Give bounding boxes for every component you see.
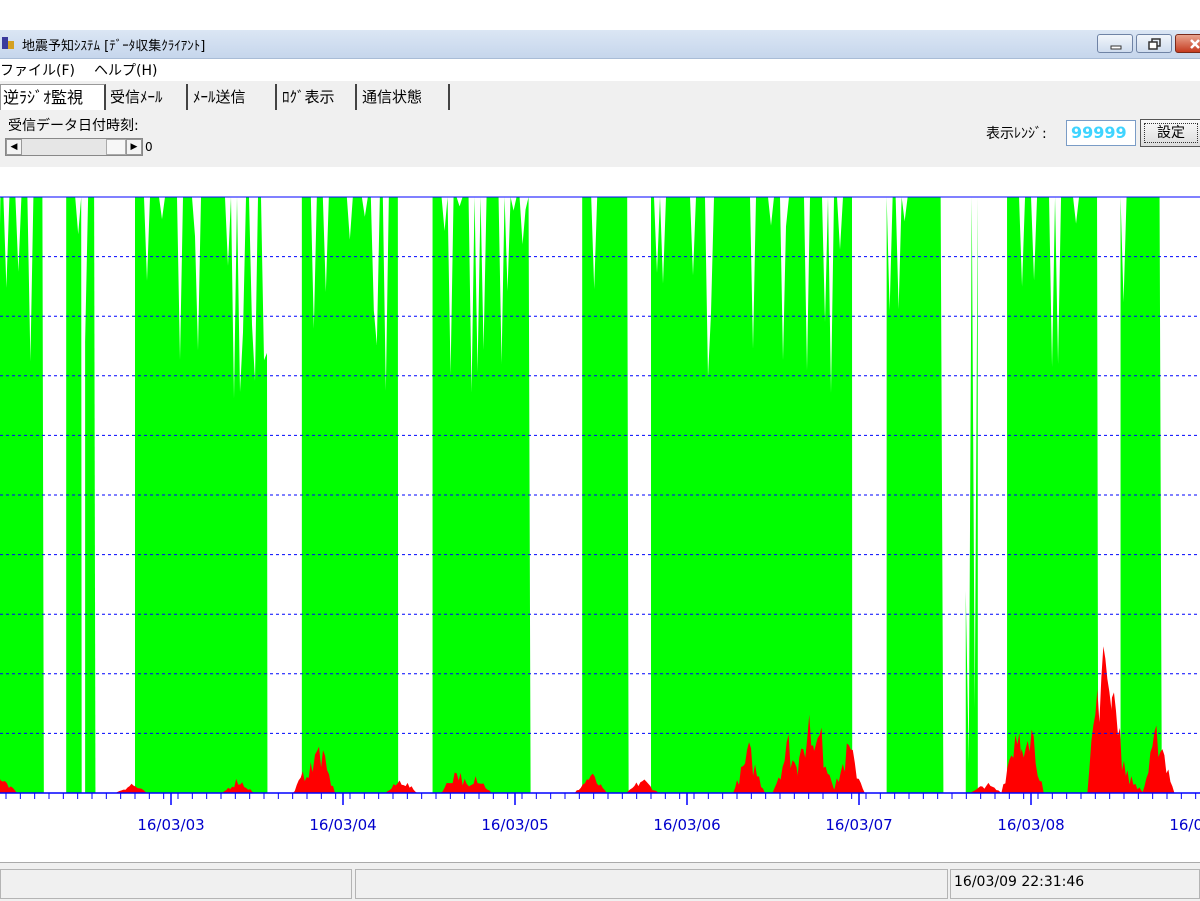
x-tick-label-4: 16/03/07	[825, 816, 892, 834]
tab-communication-status[interactable]: 通信状態	[360, 84, 450, 110]
close-icon	[1190, 39, 1200, 49]
display-range-label: 表示ﾚﾝｼﾞ:	[986, 126, 1047, 142]
scroll-value: 0	[145, 140, 153, 154]
close-button[interactable]	[1175, 34, 1200, 53]
window-title: 地震予知ｼｽﾃﾑ [ﾃﾞｰﾀ収集ｸﾗｲｱﾝﾄ]	[22, 39, 206, 54]
x-tick-label-6: 16/03/09	[1169, 816, 1200, 834]
status-panel-1	[0, 869, 352, 899]
scroll-left-icon[interactable]: ◀	[6, 139, 22, 155]
display-range-input[interactable]: 99999	[1066, 120, 1136, 146]
minimize-icon	[1110, 45, 1122, 50]
signal-chart: 16/03/03 16/03/04 16/03/05 16/03/06 16/03/07…	[0, 196, 1200, 834]
x-tick-label-1: 16/03/04	[309, 816, 376, 834]
x-tick-label-2: 16/03/05	[481, 816, 548, 834]
tab-reverse-radio-monitor[interactable]: 逆ﾗｼﾞｵ監視	[0, 84, 106, 110]
tab-received-mail[interactable]: 受信ﾒｰﾙ	[108, 84, 188, 110]
received-datetime-label: 受信データ日付時刻:	[8, 118, 139, 134]
app-icon	[1, 35, 15, 51]
scroll-thumb[interactable]	[106, 139, 126, 155]
scroll-right-icon[interactable]: ▶	[126, 139, 142, 155]
restore-icon	[1148, 38, 1161, 50]
menu-file[interactable]: ファイル(F)	[0, 60, 75, 80]
status-panel-2	[355, 869, 948, 899]
x-tick-label-3: 16/03/06	[653, 816, 720, 834]
menu-help[interactable]: ヘルプ(H)	[94, 60, 157, 80]
status-datetime: 16/03/09 22:31:46	[954, 874, 1085, 890]
title-bar: 地震予知ｼｽﾃﾑ [ﾃﾞｰﾀ収集ｸﾗｲｱﾝﾄ]	[0, 30, 1200, 59]
minimize-button[interactable]	[1097, 34, 1133, 53]
x-tick-label-0: 16/03/03	[137, 816, 204, 834]
tab-log-view[interactable]: ﾛｸﾞ表示	[280, 84, 357, 110]
restore-button[interactable]	[1136, 34, 1172, 53]
set-button[interactable]: 設定	[1140, 119, 1200, 147]
tab-send-mail[interactable]: ﾒｰﾙ送信	[191, 84, 277, 110]
x-tick-label-5: 16/03/08	[997, 816, 1064, 834]
date-scrollbar[interactable]: ◀ ▶	[5, 138, 143, 156]
menu-bar: ファイル(F) ヘルプ(H)	[0, 59, 1200, 81]
